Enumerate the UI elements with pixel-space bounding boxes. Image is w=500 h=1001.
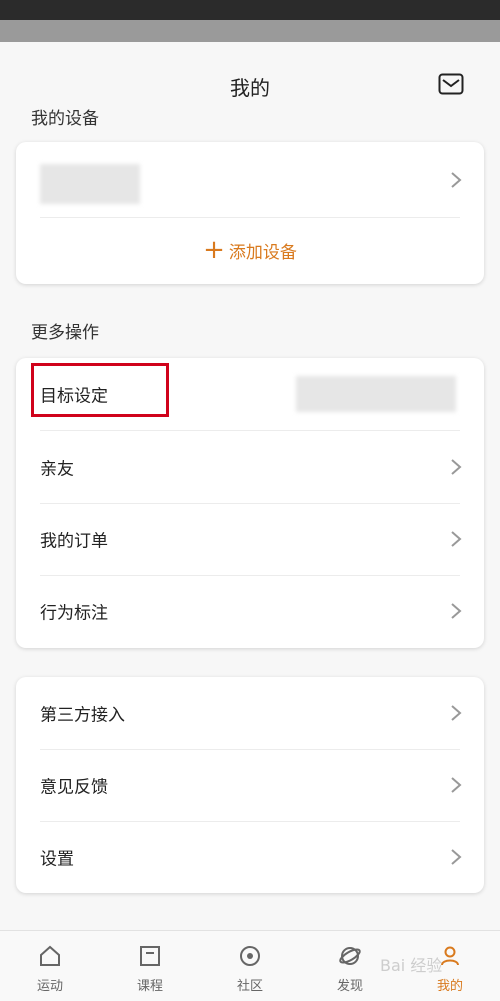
more-section-title: 更多操作 [31, 323, 99, 343]
community-icon [240, 946, 260, 966]
tab-label: 运动 [36, 979, 63, 994]
menu-item-feedback[interactable]: 意见反馈 [16, 749, 484, 821]
status-bar [0, 0, 500, 20]
chevron-right-icon [451, 705, 462, 721]
tab-sport[interactable]: 运动 [0, 931, 100, 1001]
menu-item-friends[interactable]: 亲友 [16, 431, 484, 503]
devices-section-title: 我的设备 [31, 109, 99, 129]
menu-item-label: 设置 [40, 849, 74, 870]
tab-course[interactable]: 课程 [100, 931, 200, 1001]
device-row[interactable] [16, 142, 484, 217]
menu-item-goal-setting[interactable]: 目标设定 [16, 358, 484, 430]
menu-item-label: 我的订单 [40, 531, 108, 552]
chevron-right-icon [451, 171, 462, 188]
device-name-redacted [40, 164, 140, 204]
menu-item-label: 意见反馈 [40, 777, 108, 798]
devices-card: + 添加设备 [16, 142, 484, 284]
highlight-box [31, 363, 169, 417]
menu-item-orders[interactable]: 我的订单 [16, 503, 484, 575]
add-device-label: 添加设备 [228, 242, 297, 263]
course-icon [140, 946, 160, 966]
tab-community[interactable]: 社区 [200, 931, 300, 1001]
add-device-button[interactable]: + 添加设备 [16, 226, 484, 274]
chevron-right-icon [451, 459, 462, 475]
menu-item-behavior-tag[interactable]: 行为标注 [16, 575, 484, 647]
chevron-right-icon [451, 777, 462, 793]
discover-icon [339, 947, 361, 965]
chevron-right-icon [451, 603, 462, 619]
menu-item-label: 行为标注 [40, 603, 108, 624]
tab-label: 我的 [436, 979, 463, 994]
menu-item-settings[interactable]: 设置 [16, 821, 484, 893]
other-actions-card: 第三方接入 意见反馈 设置 [16, 677, 484, 893]
tab-label: 课程 [136, 979, 163, 994]
goal-value-redacted [296, 376, 456, 412]
chevron-right-icon [451, 849, 462, 865]
tab-label: 发现 [336, 979, 363, 994]
plus-icon: + [203, 235, 225, 265]
chevron-right-icon [451, 531, 462, 547]
watermark: Bai 经验 [380, 956, 443, 975]
menu-item-third-party[interactable]: 第三方接入 [16, 677, 484, 749]
header: 我的 [0, 42, 500, 104]
status-bar-shade [0, 20, 500, 42]
mail-icon[interactable] [438, 73, 464, 95]
menu-item-label: 第三方接入 [40, 705, 125, 726]
menu-item-label: 亲友 [40, 459, 74, 480]
home-icon [40, 945, 60, 966]
page-title: 我的 [230, 76, 270, 100]
tab-label: 社区 [236, 979, 263, 994]
divider [40, 217, 460, 218]
more-actions-card: 目标设定 亲友 我的订单 行为标注 [16, 358, 484, 648]
